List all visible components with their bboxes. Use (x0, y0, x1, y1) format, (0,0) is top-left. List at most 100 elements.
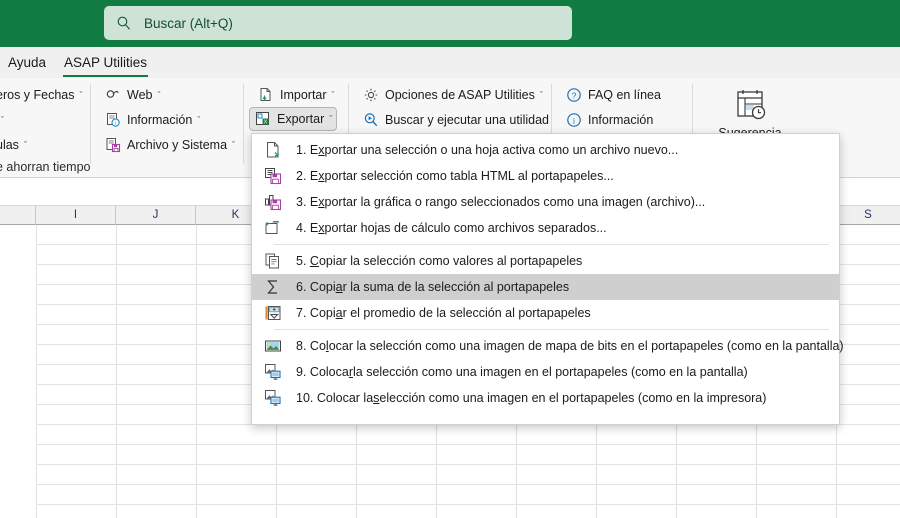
ribbon-formulas-label: ulas (0, 138, 19, 152)
ribbon-separator (90, 84, 91, 164)
menu-item-label-post: portar una selección o una hoja activa c… (324, 143, 679, 157)
ribbon-informacion-label: Información (127, 113, 193, 127)
column-header-i[interactable]: I (36, 206, 116, 225)
menu-item-label-post: r el promedio de la selección al portapa… (342, 306, 591, 320)
menu-item-label-pre: E (309, 221, 319, 235)
grid-row-line (0, 484, 900, 485)
svg-text:?: ? (571, 90, 576, 100)
menu-item-label-post: r la suma de la selección al portapapele… (342, 280, 570, 294)
search-placeholder: Buscar (Alt+Q) (144, 15, 233, 31)
ribbon-info[interactable]: i Información (561, 108, 657, 132)
menu-item-export-html-table[interactable]: 2. Ex portar selección como tabla HTML al… (252, 163, 839, 189)
web-icon (104, 87, 121, 104)
excel-window: Buscar (Alt+Q) Ayuda ASAP Utilities eros… (0, 0, 900, 518)
menu-item-label-pre: Colocar la (316, 391, 374, 405)
ribbon-numbers-dates-label: eros y Fechas (0, 88, 75, 102)
chevron-down-icon: ˇ (539, 90, 543, 100)
tip-calendar-clock-icon (702, 84, 798, 126)
menu-item-label-pre: Copi (309, 280, 336, 294)
svg-text:X: X (263, 120, 267, 126)
question-circle-icon: ? (565, 87, 582, 104)
ribbon-info-label: Información (588, 113, 654, 127)
menu-item-label-pre: Co (309, 339, 326, 353)
menu-item-label-post: la selección como una imagen en el porta… (353, 365, 748, 379)
menu-item-copy-selection-values[interactable]: 5. Copiar la selección como valores al p… (252, 248, 839, 274)
ribbon-web[interactable]: Web ˇ (100, 83, 164, 107)
ribbon-exportar-label: Exportar (277, 112, 325, 126)
chevron-down-icon: ˇ (232, 140, 236, 150)
run-utility-icon (362, 112, 379, 129)
import-icon (257, 87, 274, 104)
menu-item-label-pre: Copi (309, 306, 336, 320)
menu-item-label-post: opiar la selección como valores al porta… (318, 254, 583, 268)
chevron-down-icon: ˇ (157, 90, 161, 100)
bitmap-image-icon (264, 337, 282, 355)
ribbon-archivo-sistema[interactable]: Archivo y Sistema ˇ (100, 133, 239, 157)
ribbon-archivo-sistema-label: Archivo y Sistema (127, 138, 228, 152)
menu-item-number: 6. (296, 280, 307, 294)
tab-ayuda[interactable]: Ayuda (2, 50, 52, 75)
menu-item-accel: a (335, 306, 343, 320)
menu-item-label-post: ocar la selección como una imagen de map… (328, 339, 844, 353)
ribbon-importar[interactable]: Importar ˇ (253, 83, 339, 107)
menu-item-label-pre: E (309, 169, 319, 183)
ribbon-formulas[interactable]: ulas ˇ (0, 133, 31, 157)
column-header-corner[interactable] (0, 206, 36, 225)
column-header-j[interactable]: J (116, 206, 196, 225)
ribbon-numbers-dates[interactable]: eros y Fechas ˇ (0, 83, 87, 107)
menu-item-number: 5. (296, 254, 307, 268)
search-input[interactable]: Buscar (Alt+Q) (104, 6, 572, 40)
menu-item-number: 7. (296, 306, 307, 320)
ribbon-group-clipped[interactable]: ˇ (0, 108, 8, 132)
export-html-icon (264, 167, 282, 185)
ribbon-sugerencia[interactable]: Sugerencia (702, 84, 798, 140)
menu-item-label-pre: E (309, 143, 319, 157)
menu-item-number: 9. (296, 365, 307, 379)
menu-item-accel: a (335, 280, 343, 294)
ribbon-hint-text: e ahorran tiempo (0, 160, 91, 174)
grid-column-line (36, 225, 37, 518)
menu-item-place-picture-screen[interactable]: 9. Coloca r la selección como una imagen … (252, 359, 839, 385)
ribbon-faq-online[interactable]: ? FAQ en línea (561, 83, 665, 107)
menu-item-export-sheets-separate-files[interactable]: 4. Ex portar hojas de cálculo como archiv… (252, 215, 839, 241)
svg-text:i: i (572, 115, 575, 125)
ribbon-separator (243, 84, 244, 164)
chevron-down-icon: ˇ (23, 140, 27, 150)
ribbon-opciones-asap-label: Opciones de ASAP Utilities (385, 88, 535, 102)
title-bar: Buscar (Alt+Q) (0, 0, 900, 47)
ribbon-exportar[interactable]: X Exportar ˇ (249, 107, 338, 131)
menu-item-number: 3. (296, 195, 307, 209)
menu-item-place-bitmap-clipboard[interactable]: 8. Co l ocar la selección como una imagen … (252, 333, 844, 359)
menu-item-export-selection-new-file[interactable]: 1. Ex portar una selección o una hoja act… (252, 137, 839, 163)
tab-asap-utilities[interactable]: ASAP Utilities (58, 50, 153, 77)
chevron-down-icon: ˇ (197, 115, 201, 125)
menu-separator (274, 329, 829, 330)
file-system-icon (104, 137, 121, 154)
menu-item-copy-sum-selection[interactable]: 6. Copi a r la suma de la selección al por… (252, 274, 839, 300)
menu-item-label-pre: E (309, 195, 319, 209)
ribbon-buscar-ejecutar[interactable]: Buscar y ejecutar una utilidad (358, 108, 553, 132)
tab-asap-utilities-label: ASAP Utilities (64, 55, 148, 70)
copy-values-icon (264, 252, 282, 270)
ribbon-importar-label: Importar (280, 88, 327, 102)
menu-item-number: 10. (296, 391, 314, 405)
sum-sigma-icon (264, 278, 282, 296)
export-chart-icon (264, 193, 282, 211)
ribbon-opciones-asap[interactable]: Opciones de ASAP Utilities ˇ (358, 83, 547, 107)
ribbon-informacion[interactable]: i Información ˇ (100, 108, 204, 132)
export-sheets-icon (264, 219, 282, 237)
menu-item-export-chart-image[interactable]: 3. Ex portar la gráfica o rango seleccion… (252, 189, 839, 215)
grid-column-line (116, 225, 117, 518)
ribbon-buscar-ejecutar-label: Buscar y ejecutar una utilidad (385, 113, 549, 127)
picture-screen-icon (264, 363, 282, 381)
ribbon-faq-online-label: FAQ en línea (588, 88, 661, 102)
info-circle-icon: i (565, 112, 582, 129)
menu-item-copy-average-selection[interactable]: 7. Copi a r el promedio de la selección al… (252, 300, 839, 326)
row-header-column (0, 225, 36, 518)
menu-item-place-picture-printer[interactable]: 10. Colocar la s elección como una imagen… (252, 385, 839, 411)
menu-item-label-post: portar selección como tabla HTML al port… (324, 169, 614, 183)
search-icon (116, 15, 132, 31)
picture-printer-icon (264, 389, 282, 407)
menu-item-label-post: portar la gráfica o rango seleccionados … (324, 195, 706, 209)
column-header-s[interactable]: S (836, 206, 900, 225)
